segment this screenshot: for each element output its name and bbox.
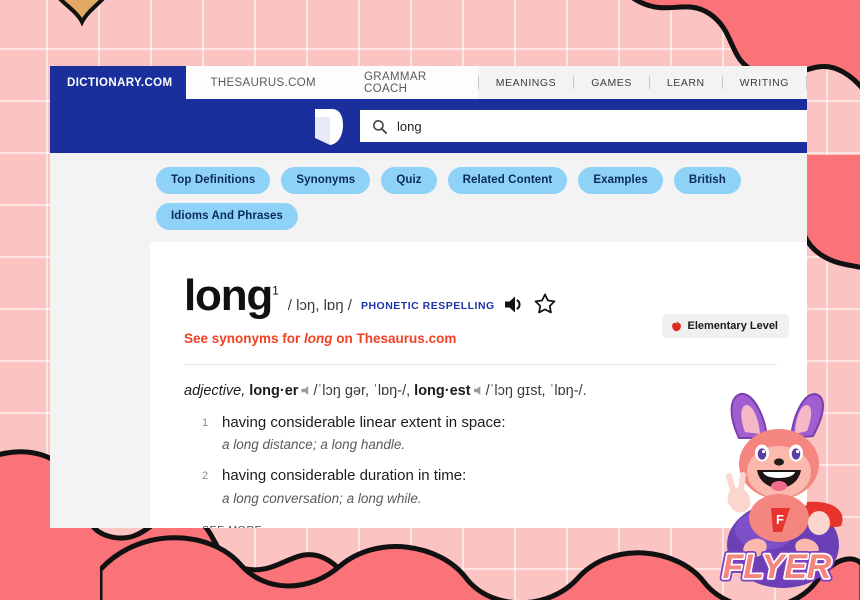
definition-number: 1 — [202, 417, 209, 429]
speaker-icon[interactable] — [473, 386, 481, 395]
site-tab-strip: DICTIONARY.COM THESAURUS.COM GRAMMAR COA… — [50, 66, 807, 99]
see-more-link[interactable]: SEE MORE — [202, 524, 262, 529]
syn-suffix: on Thesaurus.com — [332, 331, 457, 346]
tab-thesaurus[interactable]: THESAURUS.COM — [186, 66, 340, 99]
dictionary-d-logo[interactable] — [312, 107, 344, 147]
tab-dictionary-label: DICTIONARY.COM — [67, 76, 173, 89]
star-outline-icon — [534, 293, 556, 314]
search-input-value: long — [397, 118, 422, 134]
search-icon — [372, 119, 387, 134]
definition-list: 1 having considerable linear extent in s… — [184, 413, 777, 506]
level-badge-label: Elementary Level — [687, 320, 779, 332]
screenshot-root: DICTIONARY.COM THESAURUS.COM GRAMMAR COA… — [0, 0, 860, 600]
pill-quiz[interactable]: Quiz — [381, 167, 437, 194]
browser-window: DICTIONARY.COM THESAURUS.COM GRAMMAR COA… — [50, 66, 807, 528]
pill-top-definitions[interactable]: Top Definitions — [156, 167, 271, 194]
entry-header: long1 / lɔŋ, lɒŋ / PHONETIC RESPELLING — [184, 274, 777, 318]
nav-games-label: GAMES — [591, 76, 632, 89]
definition-example: a long conversation; a long while. — [222, 490, 422, 506]
nav-learn-label: LEARN — [666, 76, 705, 89]
pill-row: Top Definitions Synonyms Quiz Related Co… — [156, 167, 807, 230]
inflection-superlative: long·est — [414, 383, 471, 399]
tan-blob-decoration — [38, 0, 128, 28]
speaker-icon — [504, 296, 521, 313]
part-of-speech-line: adjective, long·er/ˈlɔŋ gər, ˈlɒŋ-/, lon… — [184, 383, 777, 399]
flyer-wordmark: FLYER FLYER FLYER — [719, 545, 835, 590]
phonetic-respelling-toggle[interactable]: PHONETIC RESPELLING — [361, 300, 495, 318]
headword-text: long — [184, 271, 273, 320]
pronunciation: / lɔŋ, lɒŋ / — [287, 297, 352, 314]
list-item: 2 having considerable duration in time: … — [184, 466, 777, 505]
inflection-comparative-ipa: /ˈlɔŋ gər, ˈlɒŋ-/, — [313, 383, 411, 399]
part-of-speech: adjective, — [184, 383, 246, 399]
top-nav-group: MEANINGS GAMES LEARN WRITING — [477, 66, 807, 99]
definition-number: 2 — [202, 470, 209, 483]
flyer-mascot-watermark: F FLYER FLYER FLYER — [695, 390, 860, 590]
nav-item-writing[interactable]: WRITING — [723, 66, 806, 99]
definition-text: having considerable linear extent in spa… — [222, 414, 506, 431]
definition-text: having considerable duration in time: — [222, 467, 467, 485]
inflection-superlative-ipa: /ˈlɔŋ gɪst, ˈlɒŋ-/. — [485, 383, 587, 399]
section-nav-pills: Top Definitions Synonyms Quiz Related Co… — [50, 153, 807, 242]
tab-grammar-coach-label: GRAMMAR COACH — [364, 70, 427, 95]
nav-item-meanings[interactable]: MEANINGS — [479, 66, 573, 99]
syn-prefix: See synonyms for — [184, 331, 305, 346]
definition-example: a long distance; a long handle. — [222, 437, 406, 453]
pill-british[interactable]: British — [673, 167, 741, 194]
speaker-icon[interactable] — [301, 386, 309, 395]
divider — [184, 364, 777, 365]
flyer-wordmark-text: FLYER — [723, 548, 832, 586]
tab-grammar-coach[interactable]: GRAMMAR COACH — [340, 66, 478, 99]
search-input[interactable]: long — [360, 110, 807, 142]
tab-dictionary[interactable]: DICTIONARY.COM — [50, 66, 187, 99]
nav-writing-label: WRITING — [739, 76, 789, 89]
mascot-badge-letter: F — [776, 512, 784, 527]
pill-synonyms[interactable]: Synonyms — [281, 167, 371, 194]
favorite-button[interactable] — [534, 293, 556, 318]
status-badge: Elementary Level — [661, 314, 789, 338]
nav-item-games[interactable]: GAMES — [574, 66, 649, 99]
nav-divider — [806, 76, 807, 89]
apple-icon — [671, 321, 681, 331]
list-item: 1 having considerable linear extent in s… — [184, 413, 777, 452]
homograph-number: 1 — [272, 283, 279, 298]
search-band: long — [50, 99, 807, 159]
tab-thesaurus-label: THESAURUS.COM — [210, 76, 316, 89]
syn-word: long — [304, 331, 333, 346]
nav-meanings-label: MEANINGS — [495, 76, 557, 89]
pill-examples[interactable]: Examples — [578, 167, 663, 194]
audio-play-button[interactable] — [504, 295, 525, 318]
pill-related-content[interactable]: Related Content — [447, 167, 568, 194]
content-area: long1 / lɔŋ, lɒŋ / PHONETIC RESPELLING S… — [50, 242, 807, 528]
inflection-comparative: long·er — [249, 383, 299, 399]
page-title: long1 — [184, 274, 279, 318]
nav-item-learn[interactable]: LEARN — [650, 66, 722, 99]
pill-idioms-and-phrases[interactable]: Idioms And Phrases — [156, 203, 298, 230]
